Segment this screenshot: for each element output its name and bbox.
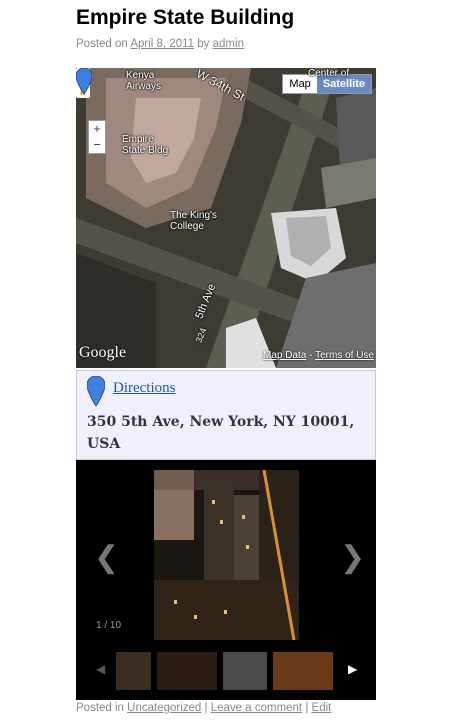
separator: | bbox=[305, 702, 309, 714]
photo-gallery: ❮ ❯ 1 / 10 ◀ ▶ bbox=[76, 460, 376, 700]
map-footer: Map Data - Terms of Use bbox=[263, 350, 374, 361]
post-date-link[interactable]: April 8, 2011 bbox=[130, 38, 194, 50]
gallery-next-arrow[interactable]: ❯ bbox=[340, 540, 365, 575]
google-logo: Google bbox=[79, 344, 127, 361]
by-label: by bbox=[197, 38, 210, 50]
map-label-center: Center of bbox=[308, 68, 350, 79]
post-title: Empire State Building bbox=[76, 6, 295, 29]
edit-link[interactable]: Edit bbox=[312, 702, 332, 714]
directions-box: Directions 350 5th Ave, New York, NY 100… bbox=[76, 370, 376, 460]
posted-on-label: Posted on bbox=[76, 38, 128, 50]
location-pin-icon[interactable] bbox=[76, 68, 92, 94]
marker-icon bbox=[87, 376, 105, 406]
satellite-map[interactable]: + − Map Satellite Kenya Airways W 34th S… bbox=[76, 68, 376, 368]
map-label-kings: The King's College bbox=[170, 210, 217, 232]
thumbs-prev-arrow[interactable]: ◀ bbox=[96, 662, 105, 676]
zoom-control: + − bbox=[88, 120, 106, 154]
thumbnail[interactable] bbox=[273, 652, 333, 690]
category-link[interactable]: Uncategorized bbox=[127, 702, 201, 714]
zoom-out-button[interactable]: − bbox=[89, 137, 105, 153]
address-text: 350 5th Ave, New York, NY 10001, USA bbox=[87, 414, 355, 452]
gallery-prev-arrow[interactable]: ❮ bbox=[94, 540, 119, 575]
photo-image bbox=[154, 470, 299, 640]
terms-of-use-link[interactable]: Terms of Use bbox=[315, 350, 374, 361]
thumbnail[interactable] bbox=[223, 652, 267, 690]
gallery-counter: 1 / 10 bbox=[96, 620, 122, 631]
gallery-main-photo[interactable] bbox=[154, 470, 299, 640]
zoom-in-button[interactable]: + bbox=[89, 121, 105, 137]
author-link[interactable]: admin bbox=[213, 38, 244, 50]
map-label-kenya: Kenya Airways bbox=[126, 70, 162, 92]
posted-in-label: Posted in bbox=[76, 702, 124, 714]
map-label-esb: Empire State Bldg bbox=[122, 134, 169, 156]
thumbnail-strip bbox=[116, 652, 333, 690]
thumbs-next-arrow[interactable]: ▶ bbox=[348, 662, 357, 676]
leave-comment-link[interactable]: Leave a comment bbox=[211, 702, 302, 714]
thumbnail[interactable] bbox=[157, 652, 217, 690]
map-data-link[interactable]: Map Data bbox=[263, 350, 306, 361]
directions-link[interactable]: Directions bbox=[113, 380, 175, 397]
post-footer: Posted in Uncategorized | Leave a commen… bbox=[76, 702, 331, 714]
post-meta: Posted on April 8, 2011 by admin bbox=[76, 38, 244, 50]
separator: | bbox=[204, 702, 208, 714]
thumbnail[interactable] bbox=[116, 652, 151, 690]
